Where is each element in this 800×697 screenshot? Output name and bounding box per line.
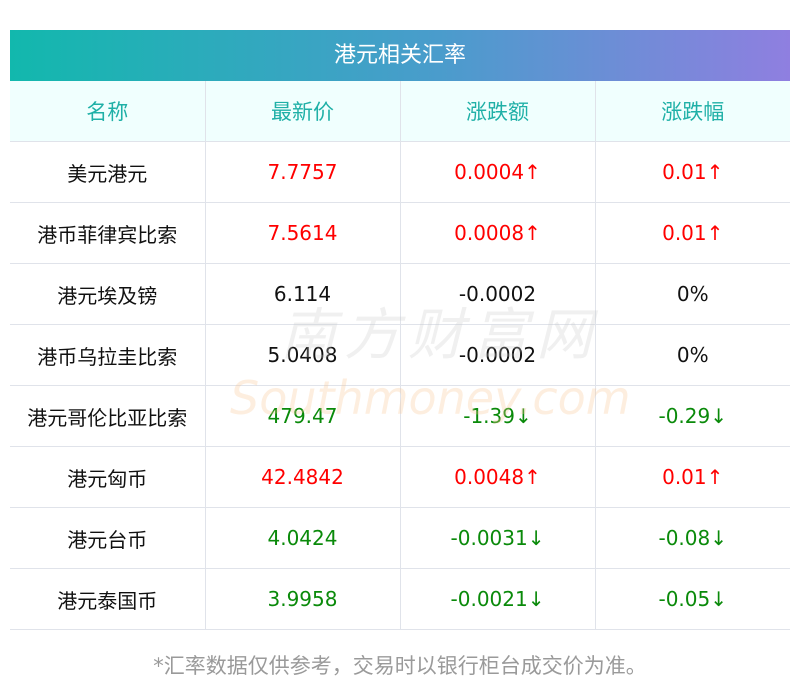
- change-amount: 0.0008↑: [399, 202, 595, 264]
- header-row: 名称 最新价 涨跌额 涨跌幅: [10, 81, 790, 142]
- table-row[interactable]: 港元埃及镑 6.114 -0.0002 0%: [10, 263, 790, 325]
- column-header-change: 涨跌额: [399, 81, 595, 142]
- table-title: 港元相关汇率: [10, 30, 790, 81]
- currency-pair-name[interactable]: 美元港元: [10, 141, 205, 203]
- change-amount: -1.39↓: [399, 385, 595, 447]
- change-amount: 0.0048↑: [399, 446, 595, 508]
- latest-price: 7.5614: [204, 202, 400, 264]
- column-header-name: 名称: [10, 81, 205, 142]
- change-percent: 0%: [594, 263, 790, 325]
- change-percent: 0%: [594, 324, 790, 386]
- change-amount: -0.0002: [399, 263, 595, 325]
- exchange-rate-table: 名称 最新价 涨跌额 涨跌幅 美元港元 7.7757 0.0004↑ 0.01↑ 港币菲…: [10, 81, 790, 630]
- table-row[interactable]: 港币乌拉圭比索 5.0408 -0.0002 0%: [10, 324, 790, 386]
- change-amount: -0.0002: [399, 324, 595, 386]
- currency-pair-name[interactable]: 港元泰国币: [10, 568, 205, 630]
- change-percent: 0.01↑: [594, 446, 790, 508]
- currency-pair-name[interactable]: 港元匈币: [10, 446, 205, 508]
- latest-price: 42.4842: [204, 446, 400, 508]
- latest-price: 5.0408: [204, 324, 400, 386]
- latest-price: 479.47: [204, 385, 400, 447]
- change-percent: 0.01↑: [594, 202, 790, 264]
- currency-pair-name[interactable]: 港元台币: [10, 507, 205, 569]
- table-row[interactable]: 美元港元 7.7757 0.0004↑ 0.01↑: [10, 141, 790, 203]
- change-percent: 0.01↑: [594, 141, 790, 203]
- table-row[interactable]: 港元哥伦比亚比索 479.47 -1.39↓ -0.29↓: [10, 385, 790, 447]
- exchange-rate-table-card: 港元相关汇率 名称 最新价 涨跌额 涨跌幅 美元港元 7.7757 0.0004↑ 0…: [10, 30, 790, 630]
- change-percent: -0.05↓: [594, 568, 790, 630]
- disclaimer-text: *汇率数据仅供参考，交易时以银行柜台成交价为准。: [153, 654, 647, 678]
- column-header-price: 最新价: [204, 81, 400, 142]
- currency-pair-name[interactable]: 港元埃及镑: [10, 263, 205, 325]
- change-amount: -0.0031↓: [399, 507, 595, 569]
- currency-pair-name[interactable]: 港元哥伦比亚比索: [10, 385, 205, 447]
- change-amount: 0.0004↑: [399, 141, 595, 203]
- latest-price: 4.0424: [204, 507, 400, 569]
- change-amount: -0.0021↓: [399, 568, 595, 630]
- currency-pair-name[interactable]: 港币乌拉圭比索: [10, 324, 205, 386]
- currency-pair-name[interactable]: 港币菲律宾比索: [10, 202, 205, 264]
- change-percent: -0.08↓: [594, 507, 790, 569]
- change-percent: -0.29↓: [594, 385, 790, 447]
- latest-price: 3.9958: [204, 568, 400, 630]
- latest-price: 7.7757: [204, 141, 400, 203]
- latest-price: 6.114: [204, 263, 400, 325]
- table-row[interactable]: 港元台币 4.0424 -0.0031↓ -0.08↓: [10, 507, 790, 569]
- column-header-percent: 涨跌幅: [594, 81, 790, 142]
- table-row[interactable]: 港元匈币 42.4842 0.0048↑ 0.01↑: [10, 446, 790, 508]
- table-row[interactable]: 港币菲律宾比索 7.5614 0.0008↑ 0.01↑: [10, 202, 790, 264]
- table-row[interactable]: 港元泰国币 3.9958 -0.0021↓ -0.05↓: [10, 568, 790, 630]
